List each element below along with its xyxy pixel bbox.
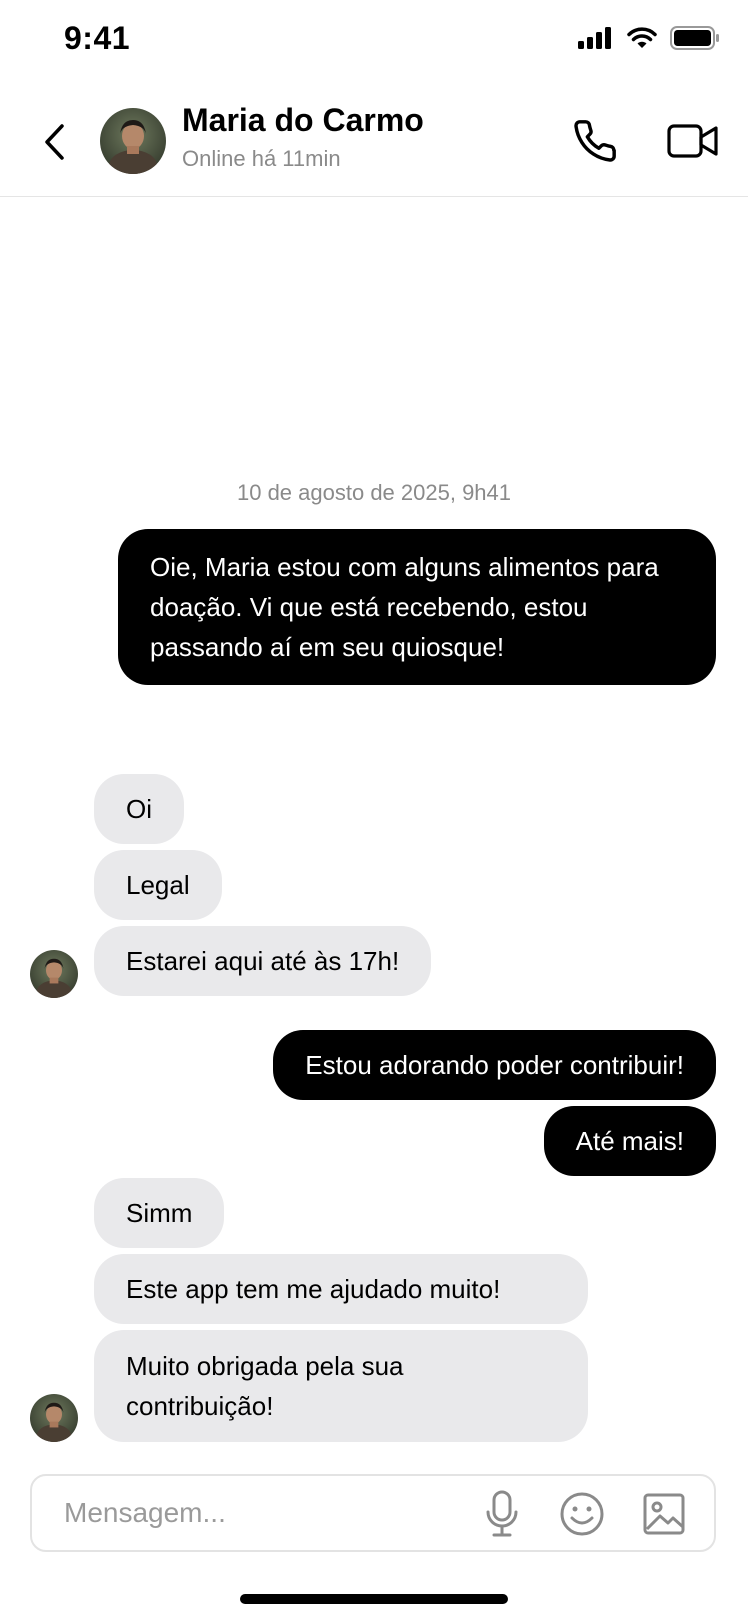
message-avatar bbox=[30, 1394, 78, 1442]
contact-name: Maria do Carmo bbox=[182, 102, 424, 138]
wifi-icon bbox=[627, 27, 657, 48]
contact-photo bbox=[30, 1394, 78, 1442]
incoming-message[interactable]: Estarei aqui até às 17h! bbox=[94, 926, 432, 996]
outgoing-message[interactable]: Até mais! bbox=[543, 1106, 716, 1176]
phone-icon bbox=[574, 120, 616, 162]
incoming-message[interactable]: Legal bbox=[94, 850, 222, 920]
battery-icon bbox=[670, 26, 719, 50]
video-call-button[interactable] bbox=[664, 116, 722, 166]
contact-avatar[interactable] bbox=[100, 108, 166, 174]
home-indicator bbox=[240, 1594, 508, 1604]
chat-header: Maria do Carmo Online há 11min bbox=[0, 92, 748, 197]
incoming-message[interactable]: Este app tem me ajudado muito! bbox=[94, 1254, 588, 1324]
date-separator: 10 de agosto de 2025, 9h41 bbox=[236, 480, 512, 505]
contact-photo bbox=[100, 108, 166, 174]
message-composer bbox=[30, 1474, 716, 1552]
outgoing-message[interactable]: Estou adorando poder contribuir! bbox=[273, 1030, 716, 1100]
attach-image-button[interactable] bbox=[640, 1490, 688, 1538]
cellular-signal-icon bbox=[578, 27, 611, 49]
chevron-left-icon bbox=[45, 124, 64, 160]
incoming-message[interactable]: Muito obrigada pela sua contribuição! bbox=[94, 1330, 588, 1442]
contact-photo bbox=[30, 950, 78, 998]
incoming-message[interactable]: Simm bbox=[94, 1178, 225, 1248]
emoji-button[interactable] bbox=[558, 1490, 606, 1538]
image-icon bbox=[643, 1493, 685, 1535]
microphone-icon bbox=[486, 1490, 518, 1537]
incoming-message[interactable]: Oi bbox=[94, 774, 184, 844]
status-bar-time: 9:41 bbox=[64, 20, 131, 56]
voice-call-button[interactable] bbox=[570, 116, 620, 166]
smiley-icon bbox=[560, 1492, 604, 1536]
voice-message-button[interactable] bbox=[480, 1490, 524, 1538]
status-bar-icons bbox=[578, 26, 720, 50]
back-button[interactable] bbox=[36, 120, 72, 164]
outgoing-message[interactable]: Oie, Maria estou com alguns alimentos pa… bbox=[118, 529, 716, 685]
video-camera-icon bbox=[667, 124, 718, 158]
message-input[interactable] bbox=[62, 1496, 446, 1530]
message-avatar bbox=[30, 950, 78, 998]
contact-status: Online há 11min bbox=[182, 146, 341, 171]
